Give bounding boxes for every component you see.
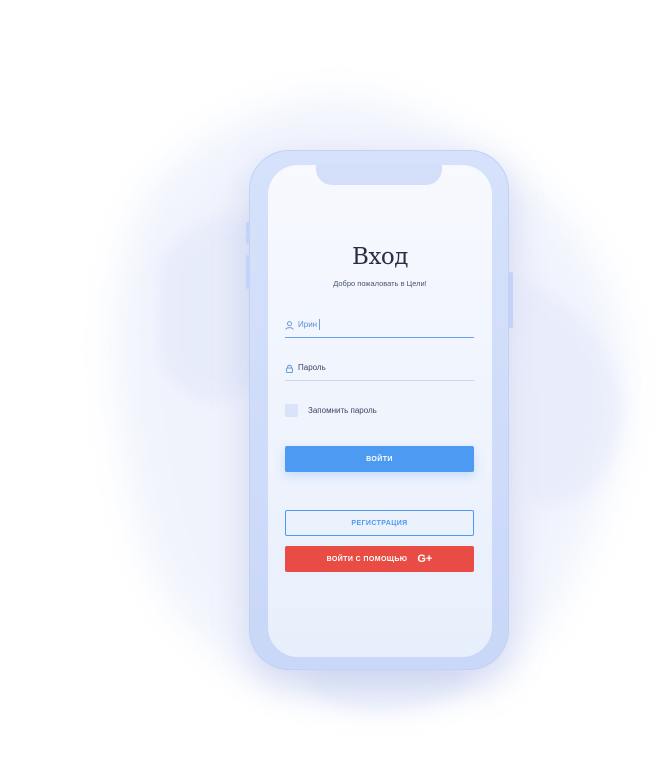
register-button[interactable]: РЕГИСТРАЦИЯ (285, 510, 474, 536)
username-field[interactable]: Ирин (285, 316, 474, 338)
login-button[interactable]: ВОЙТИ (285, 446, 474, 472)
register-button-label: РЕГИСТРАЦИЯ (351, 519, 408, 527)
phone-volume-button (246, 255, 250, 289)
text-caret (319, 319, 320, 330)
password-placeholder: Пароль (298, 363, 326, 372)
user-icon (285, 321, 294, 330)
google-login-button[interactable]: ВОЙТИ С ПОМОЩЬЮ G+ (285, 546, 474, 572)
phone-power-button (509, 272, 513, 328)
password-field[interactable]: Пароль (285, 359, 474, 381)
phone-notch (316, 165, 442, 185)
remember-checkbox[interactable] (285, 404, 298, 417)
username-underline (285, 337, 474, 338)
lock-icon (286, 364, 293, 373)
google-button-label: ВОЙТИ С ПОМОЩЬЮ (326, 555, 408, 563)
login-button-label: ВОЙТИ (366, 455, 393, 463)
phone-screen (268, 165, 492, 657)
google-plus-icon: G+ (417, 553, 433, 565)
phone-side-button (246, 222, 250, 244)
remember-label[interactable]: Запомнить пароль (308, 406, 377, 415)
username-value: Ирин (298, 320, 318, 329)
page-subtitle: Добро пожаловать в Цели! (333, 279, 427, 288)
page-title: Вход (352, 244, 408, 270)
password-underline (285, 380, 474, 381)
